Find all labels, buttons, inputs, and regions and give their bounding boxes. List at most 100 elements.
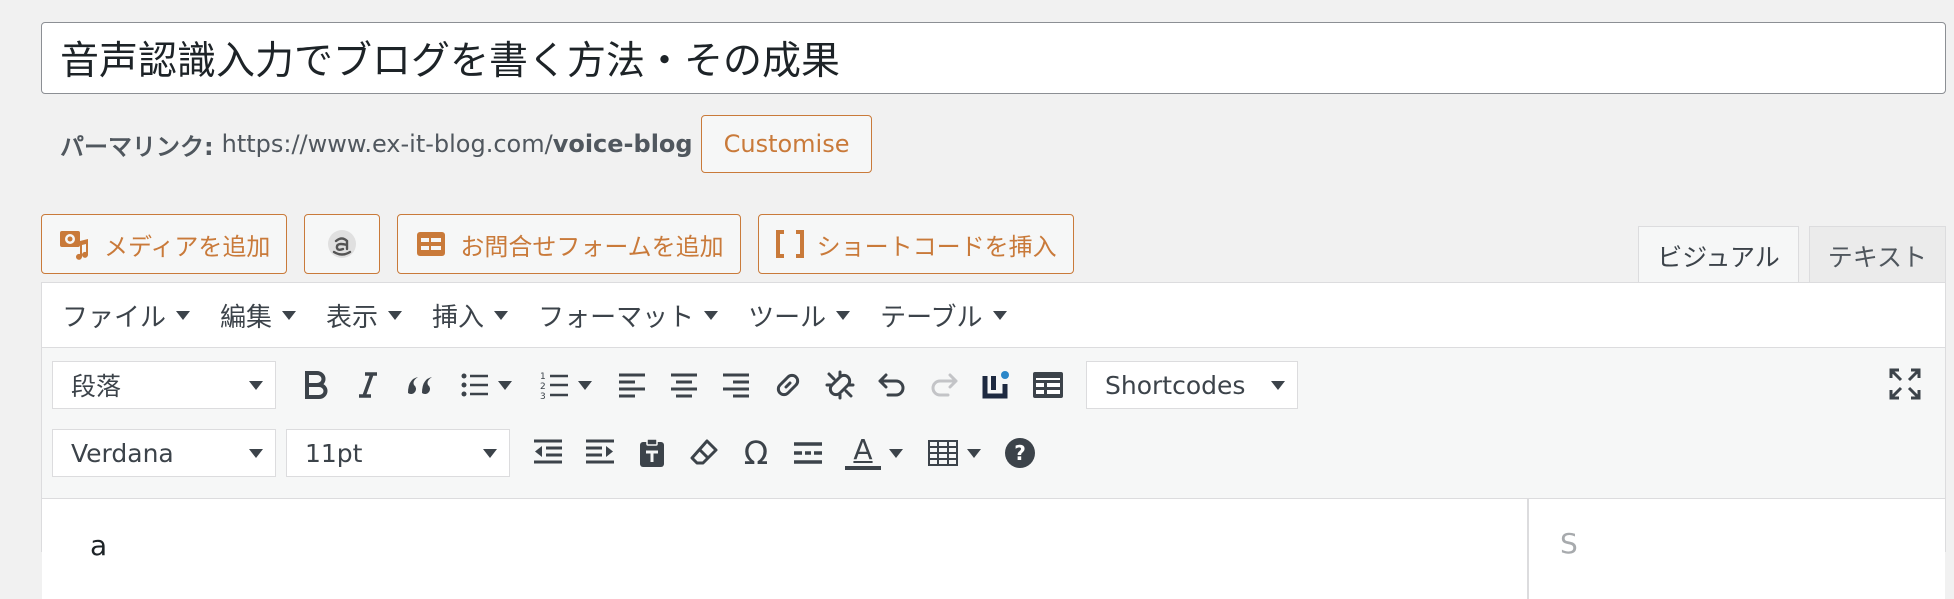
menu-tools-label: ツール (748, 302, 827, 333)
chevron-down-icon (836, 310, 851, 320)
editor-container: ファイル 編集 表示 挿入 フォーマット ツール テーブル 段落 1 2 3 S… (41, 282, 1946, 599)
help-button[interactable]: ? (994, 429, 1046, 477)
chevron-down-icon (578, 380, 592, 390)
bold-icon (305, 371, 328, 399)
editor-menubar: ファイル 編集 表示 挿入 フォーマット ツール テーブル (42, 283, 1945, 348)
align-center-button[interactable] (658, 361, 710, 409)
menu-edit[interactable]: 編集 (220, 297, 297, 334)
bullet-list-button[interactable] (446, 361, 526, 409)
clear-formatting-button[interactable] (678, 429, 730, 477)
editor-toolbar: 段落 123 Shortcodes Verdana 11pt Ω A ? (42, 348, 1945, 499)
unlink-icon (825, 370, 855, 400)
chevron-down-icon (249, 380, 263, 390)
font-size-select[interactable]: 11pt (286, 429, 510, 477)
bullet-list-icon (461, 373, 488, 397)
post-title-input[interactable]: 音声認識入力でブログを書く方法・その成果 (41, 22, 1946, 94)
table-button[interactable] (914, 429, 994, 477)
chevron-down-icon (967, 448, 981, 458)
chevron-down-icon (176, 310, 191, 320)
text-color-icon: A (845, 436, 881, 470)
insert-link-button[interactable] (762, 361, 814, 409)
align-left-button[interactable] (606, 361, 658, 409)
font-family-value: Verdana (71, 438, 174, 468)
numbered-list-button[interactable]: 123 (526, 361, 606, 409)
form-icon (1033, 372, 1063, 398)
indent-button[interactable] (574, 429, 626, 477)
align-left-icon (619, 373, 645, 398)
toolbar-row-1: 段落 123 Shortcodes (52, 360, 1935, 410)
amazon-icon (328, 230, 357, 258)
menu-table-label: テーブル (880, 302, 983, 333)
special-character-button[interactable]: Ω (730, 429, 782, 477)
add-form-label: お問合せフォームを追加 (460, 232, 724, 261)
text-color-button[interactable]: A (834, 429, 914, 477)
tab-visual[interactable]: ビジュアル (1638, 226, 1799, 285)
menu-file[interactable]: ファイル (62, 297, 191, 334)
outdent-button[interactable] (522, 429, 574, 477)
media-buttons-row: メディアを追加 お問合せフォームを追加 ショートコードを挿入 (41, 214, 1074, 274)
chevron-down-icon (282, 310, 297, 320)
form-icon (417, 232, 446, 256)
menu-view-label: 表示 (326, 302, 379, 333)
toolbar-row-2: Verdana 11pt Ω A ? (52, 428, 1935, 478)
font-family-select[interactable]: Verdana (52, 429, 276, 477)
blockquote-icon (408, 377, 432, 394)
remove-link-button[interactable] (814, 361, 866, 409)
menu-tools[interactable]: ツール (748, 297, 851, 334)
tab-visual-label: ビジュアル (1657, 243, 1780, 272)
menu-edit-label: 編集 (220, 302, 273, 333)
editor-tabs: ビジュアル テキスト (1638, 226, 1946, 285)
undo-icon (878, 373, 905, 397)
editor-body-text[interactable]: a (90, 529, 107, 562)
menu-table[interactable]: テーブル (880, 297, 1007, 334)
horizontal-rule-icon (794, 442, 822, 464)
chevron-down-icon (889, 448, 903, 458)
add-media-button[interactable]: メディアを追加 (41, 214, 288, 274)
shortcodes-select[interactable]: Shortcodes (1086, 361, 1298, 409)
menu-view[interactable]: 表示 (326, 297, 403, 334)
svg-text:2: 2 (540, 382, 546, 392)
add-contact-form-button[interactable]: お問合せフォームを追加 (397, 214, 741, 274)
help-icon-glyph: ? (1014, 441, 1026, 465)
blockquote-button[interactable] (394, 361, 446, 409)
form-embed-button[interactable] (1022, 361, 1074, 409)
italic-button[interactable] (342, 361, 394, 409)
align-right-button[interactable] (710, 361, 762, 409)
tab-text[interactable]: テキスト (1808, 226, 1946, 284)
numbered-list-icon: 123 (540, 372, 568, 400)
menu-insert[interactable]: 挿入 (432, 297, 509, 334)
customise-permalink-button[interactable]: Customise (700, 115, 873, 173)
font-size-value: 11pt (305, 438, 363, 468)
horizontal-line-button[interactable] (782, 429, 834, 477)
fullscreen-icon (1889, 368, 1921, 400)
editor-content[interactable]: a S (42, 499, 1945, 599)
omega-icon: Ω (743, 434, 769, 472)
align-center-icon (671, 373, 697, 398)
media-icon (60, 231, 88, 260)
italic-icon (359, 372, 377, 398)
post-title-text: 音声認識入力でブログを書く方法・その成果 (60, 39, 841, 84)
permalink-base-url[interactable]: https://www.ex-it-blog.com/ (222, 130, 553, 158)
svg-text:3: 3 (540, 392, 546, 400)
bold-button[interactable] (290, 361, 342, 409)
format-select[interactable]: 段落 (52, 361, 276, 409)
fullscreen-button[interactable] (1879, 360, 1931, 408)
chevron-down-icon (483, 448, 497, 458)
menu-file-label: ファイル (62, 302, 167, 333)
permalink-slug[interactable]: voice-blog (553, 130, 693, 158)
paste-as-text-button[interactable] (626, 429, 678, 477)
tab-text-label: テキスト (1827, 242, 1927, 272)
align-right-icon (723, 373, 749, 398)
undo-button[interactable] (866, 361, 918, 409)
amazon-button[interactable] (304, 214, 381, 274)
shortcode-icon (775, 230, 804, 258)
eraser-icon (690, 439, 718, 465)
menu-format[interactable]: フォーマット (538, 297, 719, 334)
text-color-letter: A (853, 433, 873, 466)
insert-shortcode-button[interactable]: ショートコードを挿入 (757, 214, 1074, 274)
chevron-down-icon (1271, 380, 1285, 390)
svg-text:1: 1 (540, 372, 546, 382)
redo-button (918, 361, 970, 409)
plugin-button[interactable] (970, 361, 1022, 409)
text-color-swatch (845, 466, 881, 470)
